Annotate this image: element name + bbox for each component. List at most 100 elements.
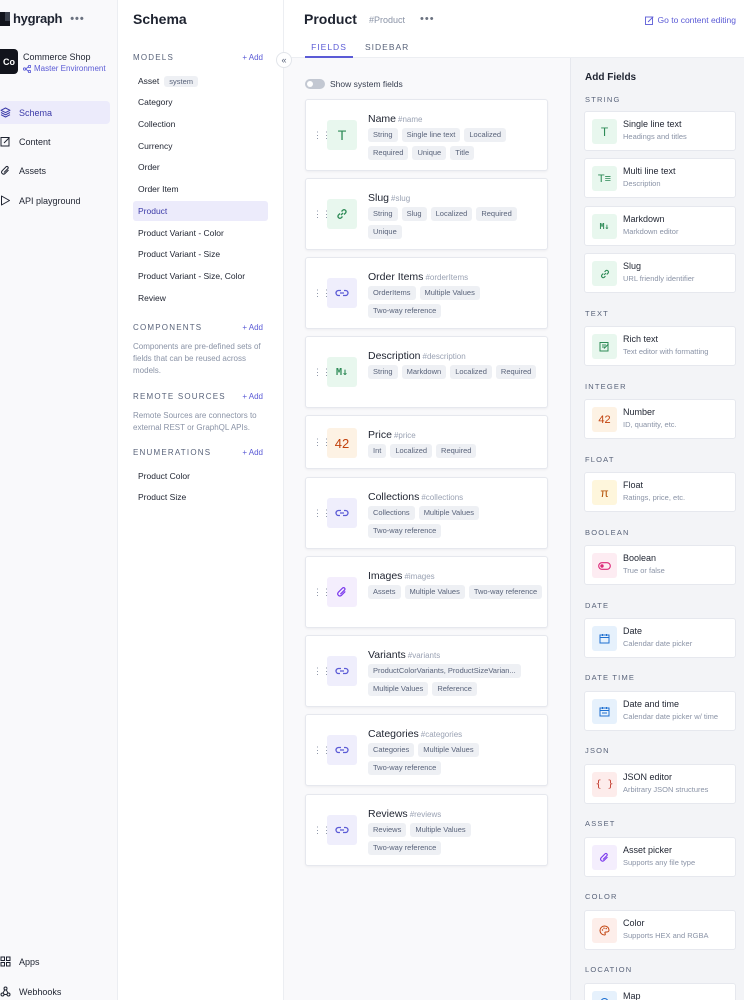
show-system-fields-label: Show system fields [330, 79, 403, 89]
add-enumeration-button[interactable]: + Add [242, 448, 263, 457]
add-field-multi-line-text[interactable]: T≡ Multi line text Description [584, 158, 736, 198]
drag-handle-icon[interactable]: ⋮⋮ [313, 289, 331, 298]
field-api-id: #slug [391, 194, 411, 203]
tab-sidebar[interactable]: SIDEBAR [365, 42, 409, 58]
tab-fields[interactable]: FIELDS [305, 42, 353, 58]
project-menu-icon[interactable]: ••• [70, 13, 85, 25]
field-tag: Two-way reference [368, 761, 442, 775]
field-type-name: Boolean [623, 553, 657, 563]
field-name: Reviews [368, 808, 408, 820]
reference-icon [327, 498, 357, 528]
drag-handle-icon[interactable]: ⋮⋮ [313, 588, 331, 597]
field-card-reviews[interactable]: ⋮⋮ Reviews #reviews Reviews Multiple Value… [305, 794, 548, 866]
nav-item-apps[interactable]: Apps [0, 950, 110, 973]
components-section-label: COMPONENTS [133, 323, 203, 332]
drag-handle-icon[interactable]: ⋮⋮ [313, 210, 331, 219]
model-title: Product [304, 11, 357, 27]
drag-handle-icon[interactable]: ⋮⋮ [313, 667, 331, 676]
add-field-markdown[interactable]: M↓ Markdown Markdown editor [584, 206, 736, 246]
add-field-date-and-time[interactable]: Date and time Calendar date picker w/ ti… [584, 691, 736, 731]
add-field-slug[interactable]: Slug URL friendly identifier [584, 253, 736, 293]
drag-handle-icon[interactable]: ⋮⋮ [313, 509, 331, 518]
schema-panel: Schema MODELS + Add Asset system Category… [118, 0, 284, 1000]
drag-handle-icon[interactable]: ⋮⋮ [313, 746, 331, 755]
field-name: Categories [368, 728, 419, 740]
model-label: Currency [138, 141, 173, 151]
hygraph-logo-icon [0, 11, 10, 26]
go-to-content-editing-link[interactable]: Go to content editing [644, 15, 736, 25]
drag-handle-icon[interactable]: ⋮⋮ [313, 368, 331, 377]
add-model-button[interactable]: + Add [242, 53, 263, 62]
model-item-collection[interactable]: Collection [133, 114, 268, 134]
model-item-currency[interactable]: Currency [133, 136, 268, 156]
field-type-desc: URL friendly identifier [623, 274, 695, 283]
field-tags: OrderItems Multiple Values Two-way referen… [368, 286, 543, 318]
calendar-icon [592, 626, 617, 651]
add-field-single-line-text[interactable]: T Single line text Headings and titles [584, 111, 736, 151]
field-name: Price [368, 429, 392, 441]
drag-handle-icon[interactable]: ⋮⋮ [313, 438, 331, 447]
drag-handle-icon[interactable]: ⋮⋮ [313, 826, 331, 835]
field-card-variants[interactable]: ⋮⋮ Variants #variants ProductColorVariant… [305, 635, 548, 707]
model-item-product-variant-color[interactable]: Product Variant - Color [133, 223, 268, 243]
slug-icon [592, 261, 617, 286]
add-field-color[interactable]: Color Supports HEX and RGBA [584, 910, 736, 950]
add-field-rich-text[interactable]: Rich text Text editor with formatting [584, 326, 736, 366]
field-card-price[interactable]: ⋮⋮ 42 Price #price Int Localized Required [305, 415, 548, 469]
model-item-review[interactable]: Review [133, 288, 268, 308]
nav-item-webhooks[interactable]: Webhooks [0, 980, 110, 1000]
field-api-id: #description [422, 352, 466, 361]
add-field-json-editor[interactable]: { } JSON editor Arbitrary JSON structure… [584, 764, 736, 804]
show-system-fields-toggle[interactable] [305, 79, 325, 89]
group-label-color: COLOR [585, 892, 618, 901]
add-fields-title: Add Fields [585, 72, 637, 83]
field-card-collections[interactable]: ⋮⋮ Collections #collections Collections Mu… [305, 477, 548, 549]
field-tags: ProductColorVariants, ProductSizeVarian.… [368, 664, 543, 696]
project-switcher[interactable]: Co Commerce Shop Master Environment [0, 48, 118, 76]
model-header: Product #Product ••• Go to content editi… [284, 0, 744, 58]
environment-selector[interactable]: Master Environment [23, 64, 106, 73]
enum-item-product-size[interactable]: Product Size [133, 487, 268, 507]
markdown-icon: M↓ [327, 357, 357, 387]
model-item-order[interactable]: Order [133, 157, 268, 177]
field-type-name: Map [623, 991, 641, 1000]
reference-icon [327, 735, 357, 765]
hygraph-logo[interactable]: hygraph ••• [0, 11, 85, 26]
field-card-description[interactable]: ⋮⋮ M↓ Description #description String Mark… [305, 336, 548, 408]
nav-item-schema[interactable]: Schema [0, 101, 110, 124]
model-item-product[interactable]: Product [133, 201, 268, 221]
model-item-order-item[interactable]: Order Item [133, 179, 268, 199]
add-field-float[interactable]: π Float Ratings, price, etc. [584, 472, 736, 512]
collapse-panel-button[interactable]: « [276, 52, 292, 68]
model-item-product-variant-size[interactable]: Product Variant - Size [133, 244, 268, 264]
nav-item-api-playground[interactable]: API playground [0, 189, 110, 212]
add-field-boolean[interactable]: Boolean True or false [584, 545, 736, 585]
project-avatar: Co [0, 49, 18, 74]
field-api-id: #name [398, 115, 423, 124]
field-card-slug[interactable]: ⋮⋮ Slug #slug String Slug Localized Required… [305, 178, 548, 250]
model-item-product-variant-size-color[interactable]: Product Variant - Size, Color [133, 266, 268, 286]
nav-item-label: Schema [19, 107, 53, 118]
add-field-number[interactable]: 42 Number ID, quantity, etc. [584, 399, 736, 439]
model-item-asset[interactable]: Asset system [133, 71, 268, 91]
text-icon: T [592, 119, 617, 144]
add-field-map[interactable]: Map [584, 983, 736, 1000]
field-card-order-items[interactable]: ⋮⋮ Order Items #orderItems OrderItems Mult… [305, 257, 548, 329]
add-field-date[interactable]: Date Calendar date picker [584, 618, 736, 658]
field-card-name[interactable]: ⋮⋮ T Name #name String Single line text Loc… [305, 99, 548, 171]
model-menu-icon[interactable]: ••• [420, 13, 435, 25]
field-tags: String Slug Localized Required Unique [368, 207, 543, 239]
model-item-category[interactable]: Category [133, 92, 268, 112]
nav-item-assets[interactable]: Assets [0, 159, 110, 182]
field-card-images[interactable]: ⋮⋮ Images #images Assets Multiple Values Tw… [305, 556, 548, 628]
add-field-asset-picker[interactable]: Asset picker Supports any file type [584, 837, 736, 877]
field-type-name: Multi line text [623, 166, 676, 176]
field-tag: Int [368, 444, 387, 458]
nav-item-content[interactable]: Content [0, 130, 110, 153]
enum-item-product-color[interactable]: Product Color [133, 466, 268, 486]
add-remote-source-button[interactable]: + Add [242, 392, 263, 401]
field-card-categories[interactable]: ⋮⋮ Categories #categories Categories Multi… [305, 714, 548, 786]
drag-handle-icon[interactable]: ⋮⋮ [313, 131, 331, 140]
model-label: Asset [138, 76, 160, 86]
add-component-button[interactable]: + Add [242, 323, 263, 332]
